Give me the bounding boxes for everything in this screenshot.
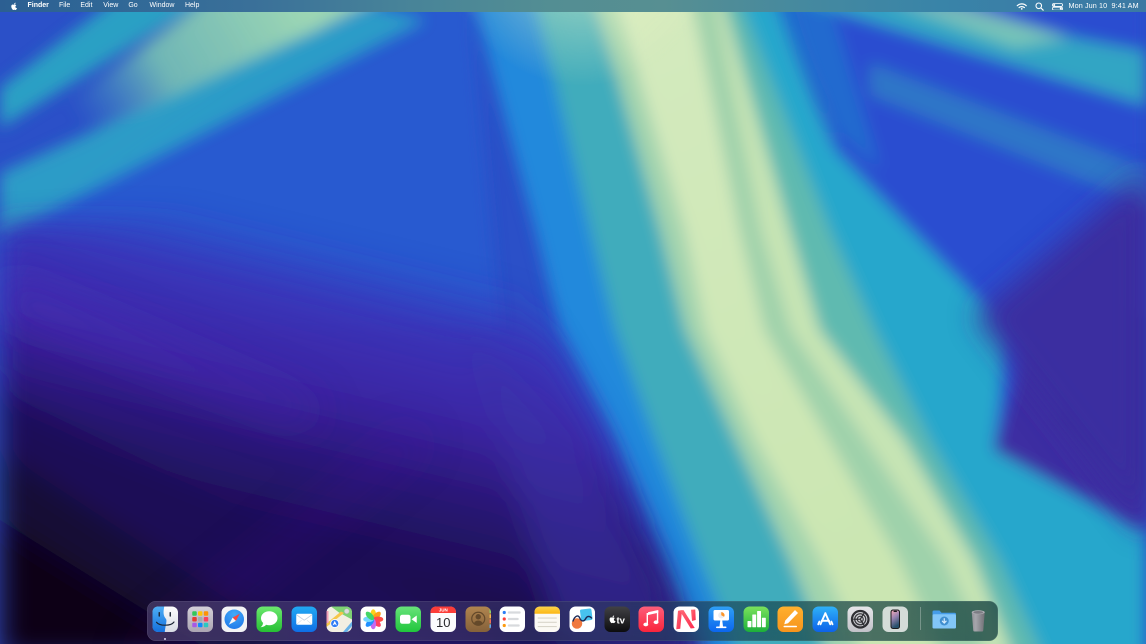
svg-text:tv: tv bbox=[616, 615, 625, 626]
svg-text:10: 10 bbox=[436, 615, 450, 630]
svg-text:JUN: JUN bbox=[439, 607, 448, 612]
